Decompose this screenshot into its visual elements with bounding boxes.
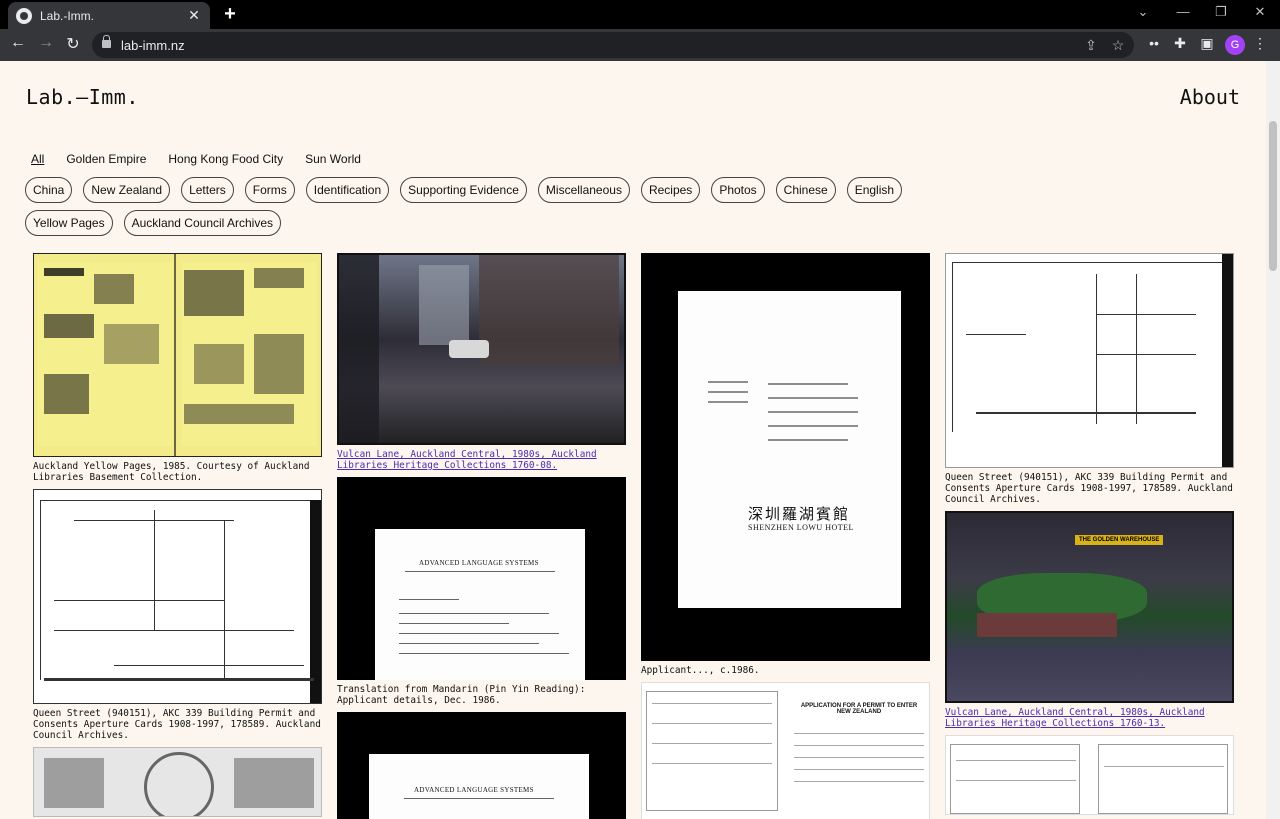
minimize-button[interactable]: — [1168, 4, 1198, 19]
address-bar[interactable]: lab-imm.nz ⇪ ☆ [92, 32, 1134, 58]
tag-pill[interactable]: Letters [181, 177, 234, 203]
immigration-form-image-2 [945, 735, 1234, 815]
collection-tab-golden-empire[interactable]: Golden Empire [66, 152, 146, 166]
forward-icon[interactable]: → [36, 34, 56, 52]
tag-pill[interactable]: Photos [711, 177, 765, 203]
document-heading: ADVANCED LANGUAGE SYSTEMS [414, 786, 534, 794]
gallery-card[interactable]: Queen Street (940151), AKC 339 Building … [945, 253, 1234, 505]
image-caption: Translation from Mandarin (Pin Yin Readi… [337, 684, 586, 706]
tag-pill[interactable]: English [846, 177, 903, 203]
gallery-column: 深圳羅湖賓館 SHENZHEN LOWU HOTEL Applicant...,… [641, 253, 930, 819]
tag-pill[interactable]: Miscellaneous [537, 177, 630, 203]
building-section-image [945, 253, 1234, 468]
browser-tab[interactable]: Lab.-Imm. ✕ [8, 2, 210, 29]
translation-document-image: ADVANCED LANGUAGE SYSTEMS [337, 477, 626, 680]
url-text: lab-imm.nz [121, 38, 185, 53]
gallery-card[interactable]: Queen Street (940151), AKC 339 Building … [33, 489, 322, 741]
image-caption-link[interactable]: Vulcan Lane, Auckland Central, 1980s, Au… [945, 707, 1234, 729]
image-caption: Applicant..., c.1986. [641, 665, 760, 676]
image-caption: Queen Street (940151), AKC 339 Building … [33, 708, 321, 741]
hotel-name-english: SHENZHEN LOWU HOTEL [748, 523, 854, 532]
page-viewport: Lab.—Imm. About All Golden Empire Hong K… [0, 61, 1266, 819]
reload-icon[interactable]: ↻ [63, 34, 83, 54]
browser-toolbar: ← → ↻ lab-imm.nz ⇪ ☆ •• ✚ ▣ G ⋮ [0, 29, 1280, 61]
building-plan-image [33, 489, 322, 704]
gallery-card[interactable]: ADVANCED LANGUAGE SYSTEMS Translation fr… [337, 477, 626, 706]
gallery-card[interactable] [33, 747, 322, 817]
document-heading: ADVANCED LANGUAGE SYSTEMS [419, 559, 539, 567]
restore-button[interactable]: ❐ [1206, 4, 1236, 20]
gallery-column: Auckland Yellow Pages, 1985. Courtesy of… [33, 253, 322, 819]
collection-tabs: All Golden Empire Hong Kong Food City Su… [31, 152, 361, 166]
image-caption: Queen Street (940151), AKC 339 Building … [945, 472, 1233, 505]
gallery-card[interactable]: ADVANCED LANGUAGE SYSTEMS [337, 712, 626, 819]
close-tab-icon[interactable]: ✕ [186, 7, 202, 24]
site-logo[interactable]: Lab.—Imm. [26, 85, 139, 109]
tag-pill[interactable]: Forms [244, 177, 295, 203]
tag-pill[interactable]: Auckland Council Archives [123, 210, 282, 236]
close-window-button[interactable]: ✕ [1245, 4, 1275, 20]
tab-title: Lab.-Imm. [40, 8, 95, 23]
puzzle-extensions-icon[interactable]: ✚ [1171, 35, 1189, 52]
tag-pill[interactable]: Supporting Evidence [400, 177, 527, 203]
page-scrollbar[interactable] [1266, 61, 1280, 819]
lock-icon [102, 35, 111, 48]
tag-pill[interactable]: New Zealand [83, 177, 171, 203]
gallery-card[interactable]: 深圳羅湖賓館 SHENZHEN LOWU HOTEL Applicant...,… [641, 253, 930, 676]
collection-tab-hong-kong-food-city[interactable]: Hong Kong Food City [168, 152, 283, 166]
hotel-letter-image: 深圳羅湖賓館 SHENZHEN LOWU HOTEL [641, 253, 930, 661]
globe-icon [16, 7, 32, 24]
chinese-signage-image [33, 747, 322, 817]
image-caption: Auckland Yellow Pages, 1985. Courtesy of… [33, 461, 310, 483]
share-icon[interactable]: ⇪ [1082, 37, 1100, 54]
tag-pill[interactable]: Chinese [775, 177, 836, 203]
hotel-name-chinese: 深圳羅湖賓館 [748, 505, 851, 523]
side-panel-icon[interactable]: ▣ [1198, 35, 1216, 52]
collection-tab-sun-world[interactable]: Sun World [305, 152, 361, 166]
gallery-card[interactable]: THE GOLDEN WAREHOUSE Vulcan Lane, Auckla… [945, 511, 1234, 729]
tag-pill[interactable]: Recipes [640, 177, 701, 203]
tag-filters: China New Zealand Letters Forms Identifi… [25, 177, 905, 236]
form-title: APPLICATION FOR A PERMIT TO ENTER NEW ZE… [800, 703, 918, 715]
about-link[interactable]: About [1180, 85, 1240, 109]
translation-document-image-2: ADVANCED LANGUAGE SYSTEMS [337, 712, 626, 819]
menu-kebab-icon[interactable]: ⋮ [1251, 35, 1269, 52]
image-caption-link[interactable]: Vulcan Lane, Auckland Central, 1980s, Au… [337, 449, 626, 471]
extension-dots-icon[interactable]: •• [1145, 35, 1163, 51]
back-icon[interactable]: ← [8, 34, 28, 52]
vulcan-lane-photo [337, 253, 626, 445]
scrollbar-thumb[interactable] [1269, 121, 1277, 271]
tag-pill[interactable]: China [25, 177, 73, 203]
vulcan-lane-photo-2: THE GOLDEN WAREHOUSE [945, 511, 1234, 703]
browser-tab-bar: Lab.-Imm. ✕ + ⌄ — ❐ ✕ [0, 0, 1280, 29]
gallery-card[interactable]: Auckland Yellow Pages, 1985. Courtesy of… [33, 253, 322, 483]
gallery-column: Vulcan Lane, Auckland Central, 1980s, Au… [337, 253, 626, 819]
tab-search-icon[interactable]: ⌄ [1128, 4, 1158, 20]
tag-pill[interactable]: Yellow Pages [25, 210, 113, 236]
gallery-card[interactable]: APPLICATION FOR A PERMIT TO ENTER NEW ZE… [641, 682, 930, 819]
bookmark-star-icon[interactable]: ☆ [1109, 37, 1127, 54]
gallery-card[interactable]: Vulcan Lane, Auckland Central, 1980s, Au… [337, 253, 626, 471]
immigration-form-image: APPLICATION FOR A PERMIT TO ENTER NEW ZE… [641, 682, 930, 819]
gallery-card[interactable] [945, 735, 1234, 815]
new-tab-button[interactable]: + [220, 3, 240, 26]
collection-tab-all[interactable]: All [31, 152, 44, 166]
shop-sign: THE GOLDEN WAREHOUSE [1075, 535, 1164, 545]
gallery-column: Queen Street (940151), AKC 339 Building … [945, 253, 1234, 819]
tag-pill[interactable]: Identification [305, 177, 390, 203]
yellow-pages-image [33, 253, 322, 457]
profile-avatar[interactable]: G [1225, 35, 1245, 55]
